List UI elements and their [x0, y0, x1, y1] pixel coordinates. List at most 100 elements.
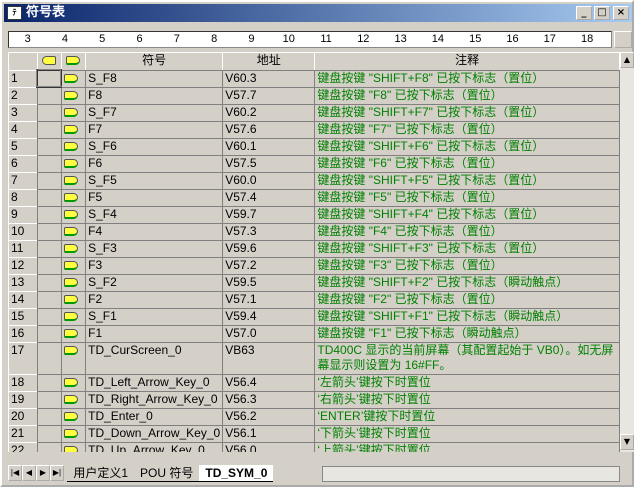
unused-cell[interactable]	[36, 324, 62, 343]
address-cell[interactable]: V57.5	[222, 154, 316, 173]
comment-cell[interactable]: 键盘按键 "F6" 已按下标志（置位）	[314, 154, 620, 173]
table-row[interactable]: 8 F5 V57.4 键盘按键 "F5" 已按下标志（置位）	[8, 188, 620, 207]
symbol-cell[interactable]: S_F6	[85, 137, 224, 156]
row-number[interactable]: 12	[8, 256, 38, 275]
table-row[interactable]: 14 F2 V57.1 键盘按键 "F2" 已按下标志（置位）	[8, 290, 620, 309]
table-row[interactable]: 10 F4 V57.3 键盘按键 "F4" 已按下标志（置位）	[8, 222, 620, 241]
address-cell[interactable]: V60.2	[222, 103, 316, 122]
symbol-cell[interactable]: F2	[85, 290, 224, 309]
row-number[interactable]: 10	[8, 222, 38, 241]
status-cell[interactable]	[60, 137, 87, 156]
comment-cell[interactable]: ‘上箭头’键按下时置位	[314, 441, 620, 452]
unused-cell[interactable]	[36, 307, 62, 326]
symbol-cell[interactable]: F3	[85, 256, 224, 275]
column-ruler[interactable]: 3 4 5 6 7 8 9 10 11 12 13 14 15 16 17 18	[8, 31, 612, 48]
address-cell[interactable]: V60.1	[222, 137, 316, 156]
address-cell[interactable]: V57.2	[222, 256, 316, 275]
tab-pou-symbols[interactable]: POU 符号	[134, 465, 200, 482]
address-cell[interactable]: V57.0	[222, 324, 316, 343]
unused-cell[interactable]	[36, 222, 62, 241]
comment-cell[interactable]: 键盘按键 "SHIFT+F5" 已按下标志（置位）	[314, 171, 620, 190]
table-row[interactable]: 6 F6 V57.5 键盘按键 "F6" 已按下标志（置位）	[8, 154, 620, 173]
unused-cell[interactable]	[36, 341, 62, 375]
symbol-cell[interactable]: S_F2	[85, 273, 224, 292]
address-cell[interactable]: V57.3	[222, 222, 316, 241]
status-cell[interactable]	[60, 424, 87, 443]
status-cell[interactable]	[60, 103, 87, 122]
status-cell[interactable]	[60, 69, 87, 88]
symbol-cell[interactable]: TD_Right_Arrow_Key_0	[85, 390, 224, 409]
table-row[interactable]: 2 F8 V57.7 键盘按键 "F8" 已按下标志（置位）	[8, 86, 620, 105]
status-cell[interactable]	[60, 290, 87, 309]
comment-cell[interactable]: 键盘按键 "F5" 已按下标志（置位）	[314, 188, 620, 207]
row-number[interactable]: 21	[8, 424, 38, 443]
minimize-button[interactable]: _	[576, 6, 592, 20]
status-cell[interactable]	[60, 324, 87, 343]
table-row[interactable]: 15 S_F1 V59.4 键盘按键 "SHIFT+F1" 已按下标志（瞬动触点…	[8, 307, 620, 326]
status-cell[interactable]	[60, 154, 87, 173]
unused-cell[interactable]	[36, 373, 62, 392]
scroll-up-button[interactable]: ▲	[620, 52, 634, 68]
address-cell[interactable]: V59.5	[222, 273, 316, 292]
symbol-cell[interactable]: TD_Down_Arrow_Key_0	[85, 424, 224, 443]
address-cell[interactable]: V60.3	[222, 69, 316, 88]
column-header-address[interactable]: 地址	[222, 52, 316, 71]
status-cell[interactable]	[60, 120, 87, 139]
tab-td-sym[interactable]: TD_SYM_0	[199, 465, 274, 482]
row-number[interactable]: 19	[8, 390, 38, 409]
unused-cell[interactable]	[36, 273, 62, 292]
status-cell[interactable]	[60, 239, 87, 258]
unused-cell[interactable]	[36, 290, 62, 309]
table-row[interactable]: 16 F1 V57.0 键盘按键 "F1" 已按下标志（瞬动触点）	[8, 324, 620, 343]
comment-cell[interactable]: 键盘按键 "SHIFT+F7" 已按下标志（置位）	[314, 103, 620, 122]
unused-cell[interactable]	[36, 407, 62, 426]
column-header-comment[interactable]: 注释	[314, 52, 620, 71]
row-number[interactable]: 17	[8, 341, 38, 375]
unused-cell[interactable]	[36, 188, 62, 207]
unused-cell[interactable]	[36, 86, 62, 105]
status-cell[interactable]	[60, 407, 87, 426]
row-number[interactable]: 4	[8, 120, 38, 139]
comment-cell[interactable]: ‘下箭头’键按下时置位	[314, 424, 620, 443]
table-row[interactable]: 4 F7 V57.6 键盘按键 "F7" 已按下标志（置位）	[8, 120, 620, 139]
ruler-scroll-button[interactable]	[614, 31, 632, 48]
symbol-cell[interactable]: S_F1	[85, 307, 224, 326]
unused-cell[interactable]	[36, 424, 62, 443]
status-cell[interactable]	[60, 205, 87, 224]
tab-user-defined[interactable]: 用户定义1	[67, 465, 135, 482]
row-number[interactable]: 5	[8, 137, 38, 156]
row-number[interactable]: 9	[8, 205, 38, 224]
status-cell[interactable]	[60, 390, 87, 409]
status-cell[interactable]	[60, 188, 87, 207]
symbol-cell[interactable]: S_F4	[85, 205, 224, 224]
address-cell[interactable]: VB63	[222, 341, 316, 375]
address-cell[interactable]: V57.7	[222, 86, 316, 105]
status-cell[interactable]	[60, 307, 87, 326]
prev-tab-button[interactable]: ◀	[22, 465, 36, 481]
address-cell[interactable]: V59.4	[222, 307, 316, 326]
address-cell[interactable]: V59.6	[222, 239, 316, 258]
address-cell[interactable]: V56.1	[222, 424, 316, 443]
symbol-cell[interactable]: F7	[85, 120, 224, 139]
unused-cell[interactable]	[36, 120, 62, 139]
close-button[interactable]: ×	[613, 6, 629, 20]
comment-cell[interactable]: 键盘按键 "SHIFT+F8" 已按下标志（置位）	[314, 69, 620, 88]
header-unused-icon[interactable]	[36, 52, 62, 71]
address-cell[interactable]: V57.6	[222, 120, 316, 139]
row-number[interactable]: 14	[8, 290, 38, 309]
comment-cell[interactable]: 键盘按键 "F2" 已按下标志（置位）	[314, 290, 620, 309]
scroll-down-button[interactable]: ▼	[620, 434, 634, 450]
unused-cell[interactable]	[36, 137, 62, 156]
unused-cell[interactable]	[36, 69, 63, 88]
unused-cell[interactable]	[36, 205, 62, 224]
symbol-cell[interactable]: F5	[85, 188, 224, 207]
comment-cell[interactable]: 键盘按键 "SHIFT+F1" 已按下标志（瞬动触点）	[314, 307, 620, 326]
status-cell[interactable]	[60, 86, 87, 105]
unused-cell[interactable]	[36, 154, 62, 173]
unused-cell[interactable]	[36, 390, 62, 409]
symbol-cell[interactable]: TD_Left_Arrow_Key_0	[85, 373, 224, 392]
row-number[interactable]: 11	[8, 239, 38, 258]
row-number[interactable]: 2	[8, 86, 38, 105]
row-header-corner[interactable]	[8, 52, 38, 71]
unused-cell[interactable]	[36, 103, 62, 122]
